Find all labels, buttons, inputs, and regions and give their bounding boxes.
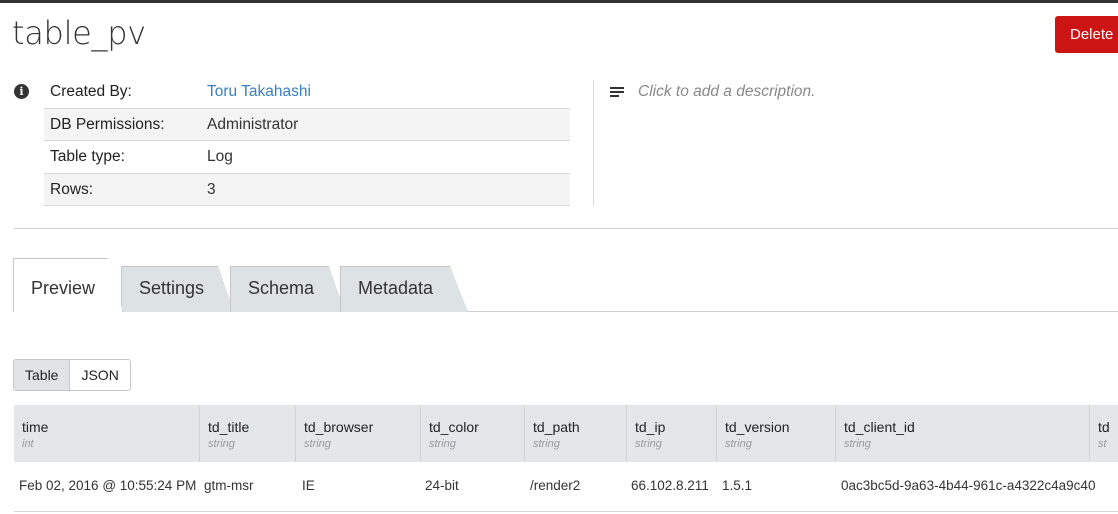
column-header-truncated[interactable]: td st — [1089, 405, 1118, 462]
table-header: time int td_title string td_browser stri… — [14, 405, 1118, 462]
delete-button[interactable]: Delete — [1055, 16, 1118, 53]
table-type-value: Log — [207, 148, 233, 165]
column-name: td_browser — [304, 419, 374, 435]
table-cell: 66.102.8.211 — [631, 478, 709, 493]
column-name: td_title — [208, 419, 250, 435]
column-header-td-client-id[interactable]: td_client_id string — [835, 405, 1089, 462]
preview-table: time int td_title string td_browser stri… — [14, 405, 1118, 512]
table-cell: IE — [302, 478, 315, 493]
vertical-divider — [593, 80, 594, 206]
info-row-table-type: Table type: Log — [44, 141, 570, 174]
view-toggle: Table JSON — [13, 359, 131, 391]
column-type: st — [1098, 438, 1107, 450]
column-header-td-browser[interactable]: td_browser string — [295, 405, 420, 462]
table-cell: 1.5.1 — [722, 478, 753, 493]
column-type: string — [533, 438, 560, 450]
info-row-rows: Rows: 3 — [44, 173, 570, 206]
column-type: string — [725, 438, 752, 450]
tab-metadata[interactable]: Metadata — [340, 266, 468, 312]
top-border — [0, 0, 1118, 3]
column-header-td-version[interactable]: td_version string — [716, 405, 835, 462]
info-row-db-permissions: DB Permissions: Administrator — [44, 108, 570, 141]
tab-label: Metadata — [358, 278, 434, 298]
column-header-td-title[interactable]: td_title string — [199, 405, 295, 462]
column-name: td_path — [533, 419, 580, 435]
column-name: td_color — [429, 419, 479, 435]
info-circle-icon: i — [14, 84, 29, 99]
column-type: string — [208, 438, 235, 450]
column-name: td_client_id — [844, 419, 915, 435]
created-by-label: Created By: — [50, 83, 132, 100]
table-cell: gtm-msr — [204, 478, 254, 493]
section-divider — [14, 228, 1118, 229]
column-header-td-ip[interactable]: td_ip string — [626, 405, 716, 462]
column-type: string — [844, 438, 871, 450]
tab-settings[interactable]: Settings — [121, 266, 234, 312]
rows-value: 3 — [207, 180, 216, 198]
table-cell: Feb 02, 2016 @ 10:55:24 PM — [19, 478, 197, 493]
tab-label: Settings — [139, 278, 205, 298]
json-view-button[interactable]: JSON — [70, 360, 130, 390]
tab-label: Preview — [31, 278, 96, 298]
db-permissions-label: DB Permissions: — [50, 115, 165, 133]
table-type-label: Table type: — [50, 148, 125, 165]
column-type: string — [635, 438, 662, 450]
tab-preview[interactable]: Preview — [13, 258, 123, 312]
column-name: td — [1098, 419, 1110, 435]
created-by-link[interactable]: Toru Takahashi — [207, 83, 311, 101]
column-name: td_ip — [635, 419, 666, 435]
column-type: string — [429, 438, 456, 450]
column-header-td-path[interactable]: td_path string — [524, 405, 626, 462]
rows-label: Rows: — [50, 180, 94, 198]
tab-schema[interactable]: Schema — [230, 266, 345, 312]
column-header-time[interactable]: time int — [14, 405, 199, 462]
tab-label: Schema — [248, 278, 315, 298]
column-type: string — [304, 438, 331, 450]
text-lines-icon — [610, 87, 624, 97]
column-header-td-color[interactable]: td_color string — [420, 405, 524, 462]
table-info-panel: Created By: Toru Takahashi DB Permission… — [44, 76, 570, 206]
page-title: table_pv — [12, 14, 146, 52]
table-cell: 0ac3bc5d-9a63-4b44-961c-a4322c4a9c40 — [841, 478, 1096, 493]
info-row-created-by: Created By: Toru Takahashi — [44, 76, 570, 109]
description-editor[interactable]: Click to add a description. — [638, 83, 815, 101]
table-cell: 24-bit — [425, 478, 459, 493]
table-row: Feb 02, 2016 @ 10:55:24 PM gtm-msr IE 24… — [14, 462, 1118, 512]
column-name: time — [22, 419, 49, 435]
table-view-button[interactable]: Table — [14, 360, 71, 390]
column-name: td_version — [725, 419, 790, 435]
column-type: int — [22, 438, 34, 450]
db-permissions-value: Administrator — [207, 115, 299, 133]
table-cell: /render2 — [530, 478, 581, 493]
